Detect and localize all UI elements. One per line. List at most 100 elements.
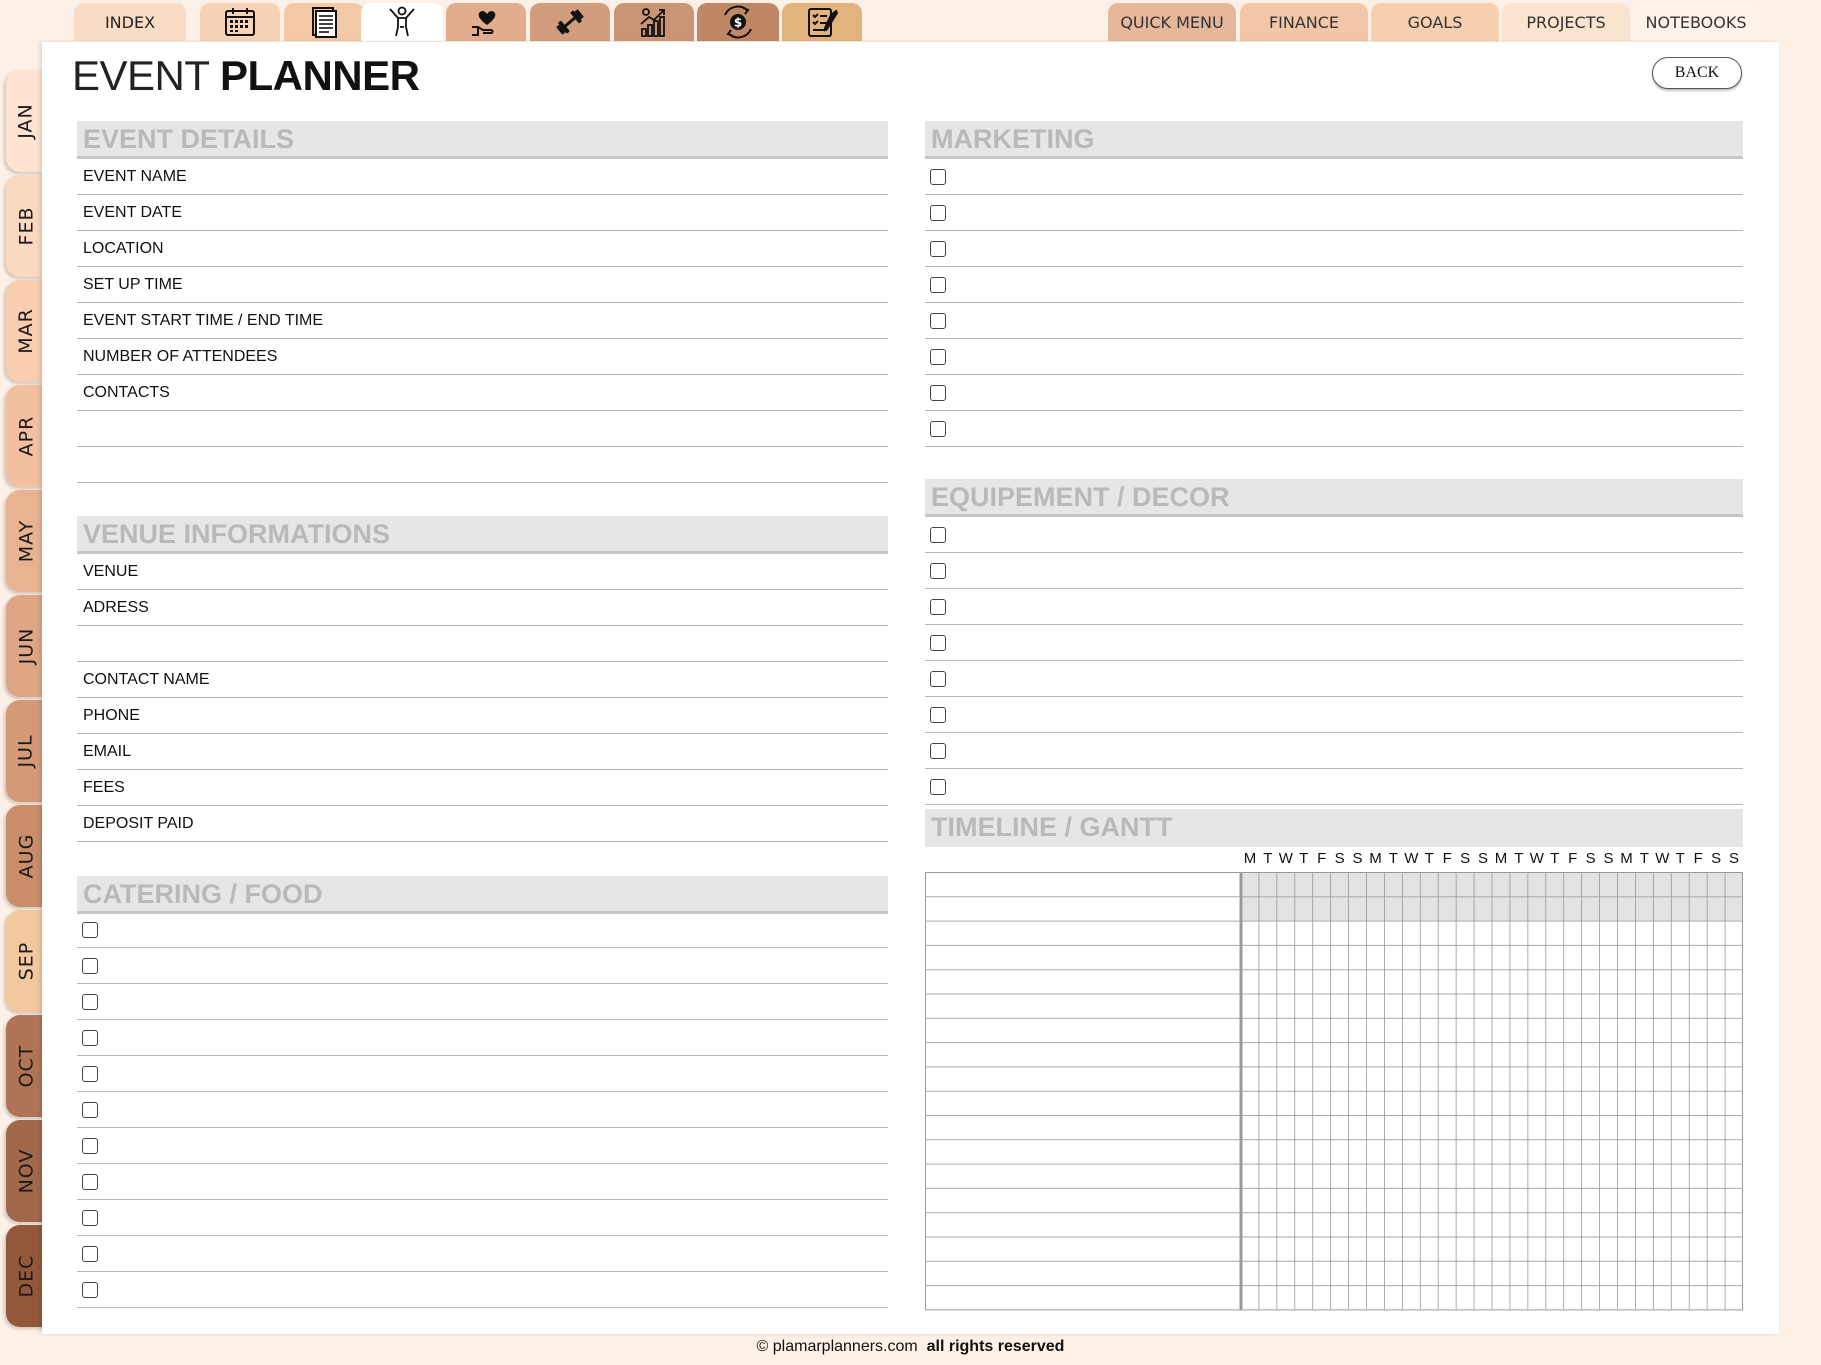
marketing-row[interactable] bbox=[925, 267, 1743, 303]
event-details-row[interactable] bbox=[77, 411, 888, 447]
gantt-grid[interactable] bbox=[925, 872, 1745, 1311]
checkbox[interactable] bbox=[82, 921, 98, 938]
equipment-row[interactable] bbox=[925, 661, 1743, 697]
tab-growth-chart[interactable] bbox=[614, 3, 694, 41]
event-details-row[interactable]: SET UP TIME bbox=[77, 267, 888, 303]
tab-index[interactable]: INDEX bbox=[74, 3, 186, 41]
checkbox[interactable] bbox=[82, 1281, 98, 1298]
checkbox[interactable] bbox=[930, 562, 946, 579]
nav-tab-goals[interactable]: GOALS bbox=[1371, 3, 1499, 41]
venue-row[interactable]: VENUE bbox=[77, 554, 888, 590]
nav-tab-quick-menu[interactable]: QUICK MENU bbox=[1108, 3, 1236, 41]
month-tab-feb[interactable]: FEB bbox=[6, 175, 46, 277]
venue-row[interactable]: EMAIL bbox=[77, 734, 888, 770]
checkbox[interactable] bbox=[82, 1245, 98, 1262]
marketing-row[interactable] bbox=[925, 375, 1743, 411]
equipment-row[interactable] bbox=[925, 625, 1743, 661]
marketing-row[interactable] bbox=[925, 339, 1743, 375]
marketing-row[interactable] bbox=[925, 195, 1743, 231]
checkbox[interactable] bbox=[930, 168, 946, 185]
checkbox[interactable] bbox=[930, 312, 946, 329]
checkbox[interactable] bbox=[930, 420, 946, 437]
catering-row[interactable] bbox=[77, 1236, 888, 1272]
equipment-row[interactable] bbox=[925, 769, 1743, 805]
checkbox[interactable] bbox=[82, 957, 98, 974]
venue-row[interactable]: CONTACT NAME bbox=[77, 662, 888, 698]
checkbox[interactable] bbox=[930, 706, 946, 723]
catering-row[interactable] bbox=[77, 1272, 888, 1308]
marketing-row[interactable] bbox=[925, 159, 1743, 195]
month-tab-dec[interactable]: DEC bbox=[6, 1225, 46, 1327]
checkbox[interactable] bbox=[82, 993, 98, 1010]
marketing-row[interactable] bbox=[925, 303, 1743, 339]
month-tab-apr[interactable]: APR bbox=[6, 385, 46, 487]
catering-row[interactable] bbox=[77, 1092, 888, 1128]
event-details-row[interactable]: EVENT DATE bbox=[77, 195, 888, 231]
venue-row[interactable]: ADRESS bbox=[77, 590, 888, 626]
catering-row[interactable] bbox=[77, 1200, 888, 1236]
equipment-row[interactable] bbox=[925, 589, 1743, 625]
month-tab-nov[interactable]: NOV bbox=[6, 1120, 46, 1222]
month-tab-jan[interactable]: JAN bbox=[6, 70, 46, 172]
checkbox[interactable] bbox=[82, 1209, 98, 1226]
checkbox[interactable] bbox=[930, 240, 946, 257]
checkbox[interactable] bbox=[930, 384, 946, 401]
nav-tab-projects[interactable]: PROJECTS bbox=[1502, 3, 1630, 41]
catering-row[interactable] bbox=[77, 948, 888, 984]
month-tab-sep[interactable]: SEP bbox=[6, 910, 46, 1012]
tab-money-exchange[interactable]: $ bbox=[697, 3, 779, 41]
month-tab-jul[interactable]: JUL bbox=[6, 700, 46, 802]
marketing-row[interactable] bbox=[925, 231, 1743, 267]
equipment-row[interactable] bbox=[925, 697, 1743, 733]
checkbox[interactable] bbox=[930, 742, 946, 759]
event-details-row[interactable]: NUMBER OF ATTENDEES bbox=[77, 339, 888, 375]
checkbox[interactable] bbox=[82, 1173, 98, 1190]
back-button[interactable]: BACK bbox=[1652, 57, 1742, 89]
catering-row[interactable] bbox=[77, 912, 888, 948]
checkbox[interactable] bbox=[930, 670, 946, 687]
tab-checklist[interactable] bbox=[782, 3, 862, 41]
nav-tab-finance[interactable]: FINANCE bbox=[1240, 3, 1368, 41]
month-tab-aug[interactable]: AUG bbox=[6, 805, 46, 907]
tab-calendar[interactable] bbox=[200, 3, 280, 41]
checkbox[interactable] bbox=[930, 598, 946, 615]
checkbox[interactable] bbox=[82, 1137, 98, 1154]
venue-row[interactable]: DEPOSIT PAID bbox=[77, 806, 888, 842]
month-tab-may[interactable]: MAY bbox=[6, 490, 46, 592]
tab-document[interactable] bbox=[284, 3, 364, 41]
tab-heart-hand[interactable] bbox=[446, 3, 526, 41]
checkbox[interactable] bbox=[930, 276, 946, 293]
event-details-row[interactable]: CONTACTS bbox=[77, 375, 888, 411]
checkbox[interactable] bbox=[82, 1029, 98, 1046]
nav-tab-notebooks[interactable]: NOTEBOOKS bbox=[1632, 3, 1760, 41]
event-details-row[interactable] bbox=[77, 447, 888, 483]
event-details-row[interactable]: LOCATION bbox=[77, 231, 888, 267]
checkbox[interactable] bbox=[930, 634, 946, 651]
equipment-row[interactable] bbox=[925, 733, 1743, 769]
checkbox[interactable] bbox=[930, 526, 946, 543]
equipment-row[interactable] bbox=[925, 553, 1743, 589]
event-details-row[interactable]: EVENT NAME bbox=[77, 159, 888, 195]
month-tab-oct[interactable]: OCT bbox=[6, 1015, 46, 1117]
month-tab-jun[interactable]: JUN bbox=[6, 595, 46, 697]
event-details-row[interactable]: EVENT START TIME / END TIME bbox=[77, 303, 888, 339]
tab-person[interactable] bbox=[361, 3, 443, 41]
venue-row[interactable]: PHONE bbox=[77, 698, 888, 734]
venue-row[interactable] bbox=[77, 626, 888, 662]
catering-row[interactable] bbox=[77, 1020, 888, 1056]
gantt-day-label: M bbox=[1494, 850, 1508, 867]
checkbox[interactable] bbox=[930, 204, 946, 221]
venue-row[interactable]: FEES bbox=[77, 770, 888, 806]
checkbox[interactable] bbox=[930, 348, 946, 365]
checkbox[interactable] bbox=[82, 1065, 98, 1082]
equipment-row[interactable] bbox=[925, 517, 1743, 553]
catering-row[interactable] bbox=[77, 1128, 888, 1164]
marketing-row[interactable] bbox=[925, 411, 1743, 447]
catering-row[interactable] bbox=[77, 1164, 888, 1200]
checkbox[interactable] bbox=[930, 778, 946, 795]
catering-row[interactable] bbox=[77, 984, 888, 1020]
checkbox[interactable] bbox=[82, 1101, 98, 1118]
catering-row[interactable] bbox=[77, 1056, 888, 1092]
tab-dumbbell[interactable] bbox=[530, 3, 610, 41]
month-tab-mar[interactable]: MAR bbox=[6, 280, 46, 382]
